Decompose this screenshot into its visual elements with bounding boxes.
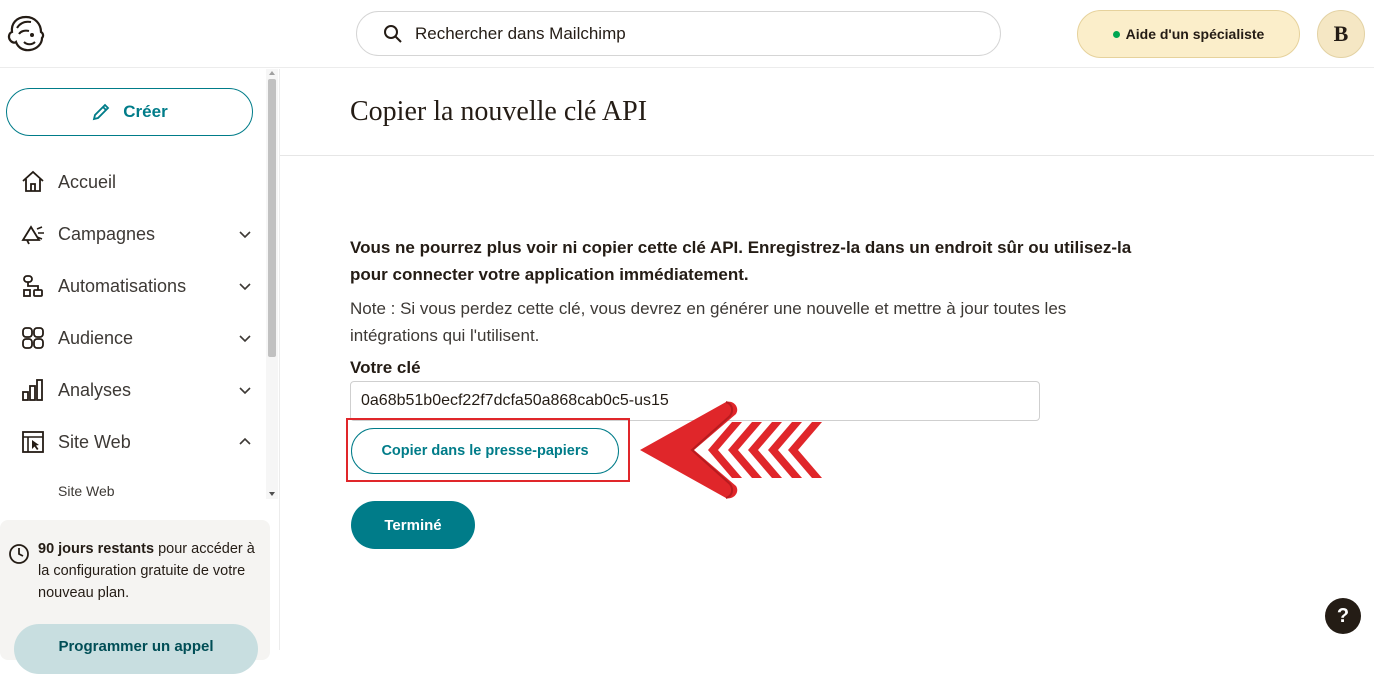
scroll-down-arrow-icon[interactable] xyxy=(269,492,275,496)
chevron-up-icon[interactable] xyxy=(238,435,252,449)
sidebar-item-label: Automatisations xyxy=(58,275,187,296)
specialist-help-label: Aide d'un spécialiste xyxy=(1125,26,1265,42)
clock-icon xyxy=(9,544,29,564)
sidebar-item-audience[interactable]: Audience xyxy=(0,318,266,358)
api-key-warning: Vous ne pourrez plus voir ni copier cett… xyxy=(350,238,1132,284)
sidebar-scrollbar[interactable] xyxy=(266,69,278,499)
mailchimp-logo-icon[interactable] xyxy=(6,14,46,54)
copy-to-clipboard-button[interactable]: Copier dans le presse-papiers xyxy=(351,428,619,474)
sidebar-item-label: Audience xyxy=(58,327,134,348)
specialist-help-button[interactable]: Aide d'un spécialiste xyxy=(1077,10,1300,58)
sidebar-item-campagnes[interactable]: Campagnes xyxy=(0,214,266,254)
search-icon xyxy=(384,24,402,43)
create-button-label: Créer xyxy=(123,102,168,121)
website-icon xyxy=(22,431,44,453)
audience-icon xyxy=(22,327,44,349)
search-bar[interactable]: Rechercher dans Mailchimp xyxy=(356,11,1001,56)
api-key-note: Note : Si vous perdez cette clé, vous de… xyxy=(350,299,1067,345)
chevron-down-icon[interactable] xyxy=(238,331,252,345)
title-divider xyxy=(280,155,1374,156)
avatar-initial: B xyxy=(1333,21,1349,46)
top-bar: Rechercher dans Mailchimp Aide d'un spéc… xyxy=(0,0,1374,68)
trial-text: 90 jours restants pour accéder à la conf… xyxy=(38,538,263,604)
analytics-icon xyxy=(22,379,43,401)
avatar[interactable]: B xyxy=(1317,10,1365,58)
trial-banner: 90 jours restants pour accéder à la conf… xyxy=(0,520,270,674)
page-title: Copier la nouvelle clé API xyxy=(350,96,648,127)
sidebar-item-automatisations[interactable]: Automatisations xyxy=(0,266,266,306)
online-status-dot-icon xyxy=(1112,30,1120,38)
sidebar-item-analyses[interactable]: Analyses xyxy=(0,370,266,410)
chevron-down-icon[interactable] xyxy=(238,383,252,397)
sidebar-divider xyxy=(279,69,280,650)
sidebar-item-label: Site Web xyxy=(58,431,131,452)
chevron-down-icon[interactable] xyxy=(238,279,252,293)
create-button[interactable]: Créer xyxy=(6,88,253,136)
schedule-call-button[interactable]: Programmer un appel xyxy=(14,624,258,674)
automation-icon xyxy=(23,275,43,297)
sidebar-item-label: Accueil xyxy=(58,171,117,192)
api-key-label: Votre clé xyxy=(350,358,421,377)
sidebar-item-site-web[interactable]: Site Web xyxy=(0,422,266,462)
sidebar-subitem-site-web[interactable]: Site Web xyxy=(58,483,115,499)
megaphone-icon xyxy=(21,225,44,245)
scroll-up-arrow-icon[interactable] xyxy=(269,71,275,75)
help-question-icon[interactable]: ? xyxy=(1325,598,1361,634)
done-button[interactable]: Terminé xyxy=(351,501,475,549)
sidebar-item-accueil[interactable]: Accueil xyxy=(0,162,266,202)
trial-days-remaining: 90 jours restants xyxy=(38,541,155,557)
home-icon xyxy=(22,170,44,192)
sidebar-item-label: Campagnes xyxy=(58,223,156,244)
pencil-icon xyxy=(93,103,110,121)
scrollbar-thumb[interactable] xyxy=(268,79,276,357)
sidebar-item-label: Analyses xyxy=(58,379,132,400)
annotation-arrow-icon xyxy=(640,401,822,499)
search-placeholder: Rechercher dans Mailchimp xyxy=(415,23,626,43)
chevron-down-icon[interactable] xyxy=(238,227,252,241)
